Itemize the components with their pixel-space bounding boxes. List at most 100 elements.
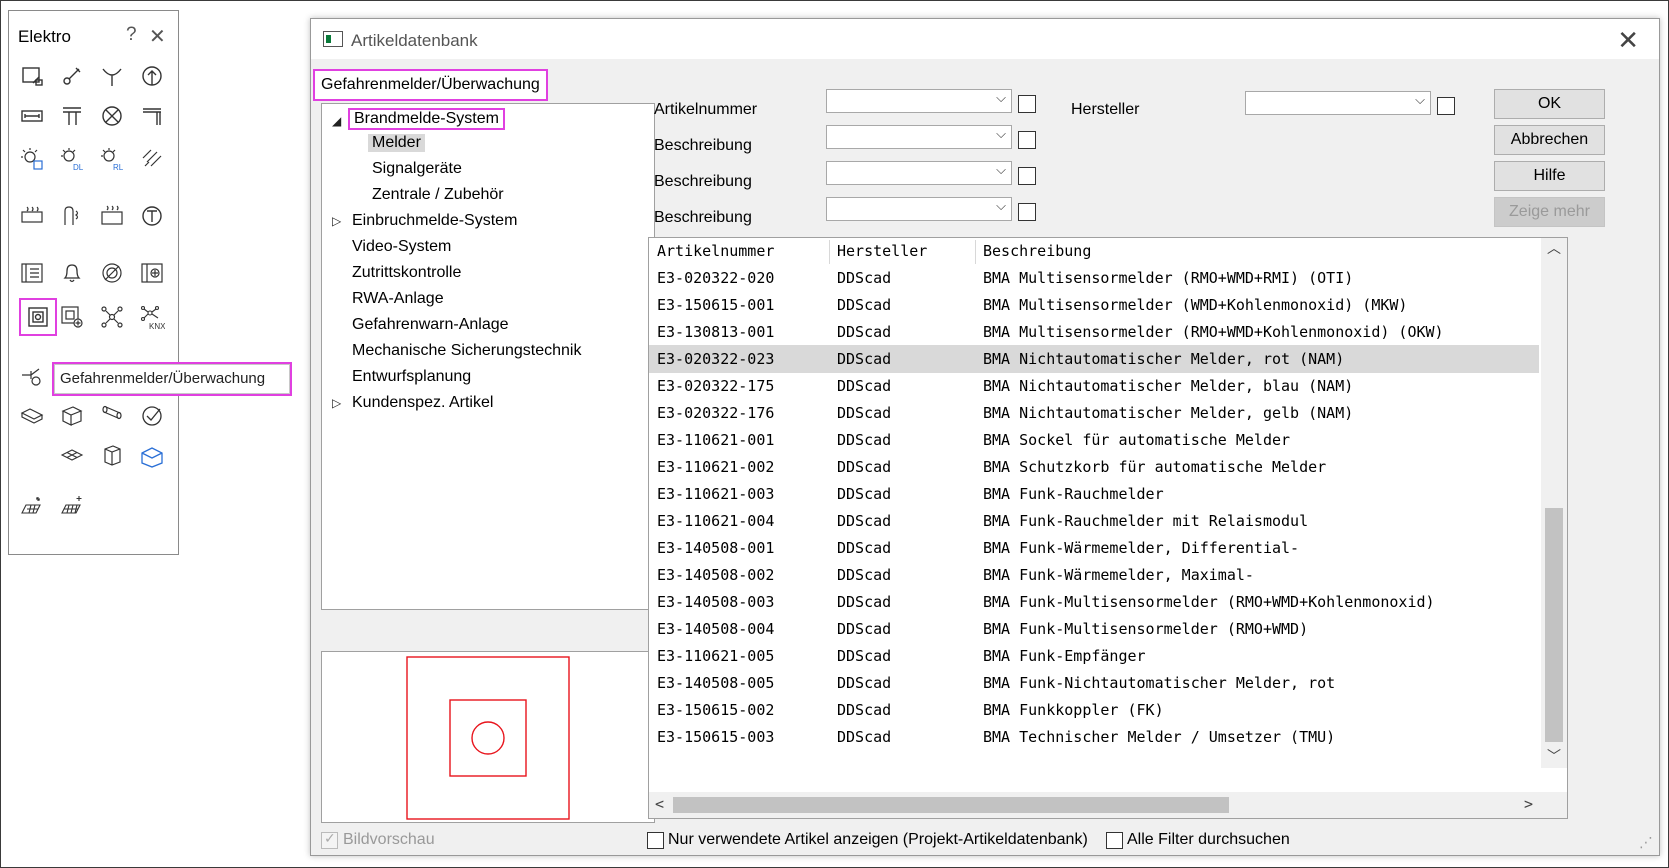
radiator-icon[interactable]: [97, 201, 127, 231]
outlet-wall-icon[interactable]: [17, 61, 47, 91]
cable-duct-icon[interactable]: [17, 101, 47, 131]
collapse-icon[interactable]: ◢: [332, 114, 341, 128]
table-row[interactable]: E3-020322-023 DDScad BMA Nichtautomatische…: [649, 345, 1539, 373]
distribution-icon[interactable]: [57, 101, 87, 131]
checkbox[interactable]: [321, 830, 338, 849]
beschreibung-dropdown-3[interactable]: ⌵: [826, 197, 1012, 221]
table-row[interactable]: E3-020322-175 DDScad BMA Nichtautomatische…: [649, 372, 1539, 400]
solar-array-icon[interactable]: [57, 491, 87, 521]
scroll-up-icon[interactable]: ︿: [1547, 238, 1561, 258]
table-row[interactable]: E3-140508-003 DDScad BMA Funk-Multisensorm…: [649, 588, 1539, 616]
expand-icon[interactable]: ▷: [332, 396, 341, 410]
light-blue-icon[interactable]: [17, 144, 47, 174]
tree-item-rwa[interactable]: RWA-Anlage: [352, 290, 444, 308]
floodlight-icon[interactable]: [137, 144, 167, 174]
scroll-right-icon[interactable]: >: [1524, 795, 1533, 813]
abbrechen-button[interactable]: Abbrechen: [1494, 125, 1605, 155]
table-row[interactable]: E3-140508-001 DDScad BMA Funk-Wärmemelder,…: [649, 534, 1539, 562]
tree-item-zutritt[interactable]: Zutrittskontrolle: [352, 264, 461, 282]
knx-icon[interactable]: KNX: [137, 302, 167, 332]
conduit-icon[interactable]: [97, 401, 127, 431]
beschreibung-checkbox-3[interactable]: [1018, 203, 1036, 221]
resize-grip-icon[interactable]: ⋰: [1639, 834, 1653, 851]
speaker-icon[interactable]: [97, 258, 127, 288]
grid-ceiling-icon[interactable]: [57, 441, 87, 471]
column-divider[interactable]: [975, 240, 976, 264]
table-row[interactable]: E3-020322-176 DDScad BMA Nichtautomatische…: [649, 399, 1539, 427]
light-dl-icon[interactable]: DL: [57, 144, 87, 174]
tree-item-einbruchmelde[interactable]: Einbruchmelde-System: [352, 212, 517, 230]
hersteller-dropdown[interactable]: ⌵: [1245, 91, 1431, 115]
table-row[interactable]: E3-150615-003 DDScad BMA Technischer Melde…: [649, 723, 1539, 751]
hilfe-button[interactable]: Hilfe: [1494, 161, 1605, 191]
cable-tray-icon[interactable]: [17, 401, 47, 431]
checkbox[interactable]: [647, 831, 664, 849]
scroll-down-icon[interactable]: ﹀: [1547, 746, 1561, 766]
switch-icon[interactable]: [57, 61, 87, 91]
table-row[interactable]: E3-150615-001 DDScad BMA Multisensormelder…: [649, 291, 1539, 319]
cube-icon[interactable]: [97, 441, 127, 471]
tree-item-mechanisch[interactable]: Mechanische Sicherungstechnik: [352, 342, 581, 360]
close-icon[interactable]: ✕: [1617, 25, 1639, 56]
table-row[interactable]: E3-110621-005 DDScad BMA Funk-Empfänger: [649, 642, 1539, 670]
keypad-icon[interactable]: [17, 258, 47, 288]
bell-icon[interactable]: [57, 258, 87, 288]
connection-circle-icon[interactable]: [137, 61, 167, 91]
heater-icon[interactable]: [17, 201, 47, 231]
connector-icon[interactable]: [17, 361, 47, 391]
scroll-thumb[interactable]: [673, 797, 1229, 813]
horizontal-scrollbar[interactable]: < >: [649, 792, 1567, 818]
beschreibung-checkbox-2[interactable]: [1018, 167, 1036, 185]
solar-panel-icon[interactable]: [17, 491, 47, 521]
tree-item-signalgeraete[interactable]: Signalgeräte: [372, 160, 462, 178]
tree-item-zentrale[interactable]: Zentrale / Zubehör: [372, 186, 504, 204]
artikelnummer-dropdown[interactable]: ⌵: [826, 89, 1012, 113]
artikelnummer-checkbox[interactable]: [1018, 95, 1036, 113]
tree-item-kundenspez[interactable]: Kundenspez. Artikel: [352, 394, 493, 412]
check-circle-icon[interactable]: [137, 401, 167, 431]
tree-item-melder[interactable]: Melder: [368, 134, 425, 152]
zeige-mehr-button[interactable]: Zeige mehr: [1494, 197, 1605, 227]
table-row[interactable]: E3-110621-004 DDScad BMA Funk-Rauchmelder …: [649, 507, 1539, 535]
beschreibung-dropdown-1[interactable]: ⌵: [826, 125, 1012, 149]
light-rl-icon[interactable]: RL: [97, 144, 127, 174]
vertical-scrollbar[interactable]: ︿ ﹀: [1541, 238, 1567, 768]
help-icon[interactable]: ?: [126, 24, 137, 46]
table-row[interactable]: E3-110621-001 DDScad BMA Sockel für automa…: [649, 426, 1539, 454]
table-row[interactable]: E3-130813-001 DDScad BMA Multisensormelder…: [649, 318, 1539, 346]
nur-verwendete-option[interactable]: Nur verwendete Artikel anzeigen (Projekt…: [647, 831, 1088, 849]
checkbox[interactable]: [1106, 831, 1123, 849]
table-row[interactable]: E3-150615-002 DDScad BMA Funkkoppler (FK): [649, 696, 1539, 724]
hersteller-checkbox[interactable]: [1437, 97, 1455, 115]
box-3d-icon[interactable]: [57, 401, 87, 431]
column-header-artikelnummer[interactable]: Artikelnummer: [657, 242, 774, 260]
tree-item-gefahrenwarn[interactable]: Gefahrenwarn-Anlage: [352, 316, 509, 334]
column-header-hersteller[interactable]: Hersteller: [837, 242, 927, 260]
table-row[interactable]: E3-140508-005 DDScad BMA Funk-Nichtautomat…: [649, 669, 1539, 697]
antenna-icon[interactable]: [97, 61, 127, 91]
beschreibung-checkbox-1[interactable]: [1018, 131, 1036, 149]
detector-add-icon[interactable]: [57, 302, 87, 332]
table-row[interactable]: E3-110621-003 DDScad BMA Funk-Rauchmelder: [649, 480, 1539, 508]
table-row[interactable]: E3-140508-004 DDScad BMA Funk-Multisensorm…: [649, 615, 1539, 643]
expand-icon[interactable]: ▷: [332, 214, 341, 228]
busbar-icon[interactable]: [137, 101, 167, 131]
ok-button[interactable]: OK: [1494, 89, 1605, 119]
scroll-left-icon[interactable]: <: [655, 795, 664, 813]
tree-item-brandmelde[interactable]: Brandmelde-System: [348, 108, 505, 130]
thermo-t-icon[interactable]: [137, 201, 167, 231]
scroll-thumb[interactable]: [1545, 508, 1563, 742]
lamp-cross-icon[interactable]: [97, 101, 127, 131]
close-icon[interactable]: ✕: [149, 24, 166, 49]
thermostat-icon[interactable]: [57, 201, 87, 231]
socket-panel-icon[interactable]: [137, 258, 167, 288]
column-divider[interactable]: [829, 240, 830, 264]
hazard-detector-icon[interactable]: [19, 298, 57, 336]
table-row[interactable]: E3-140508-002 DDScad BMA Funk-Wärmemelder,…: [649, 561, 1539, 589]
table-row[interactable]: E3-020322-020 DDScad BMA Multisensormelder…: [649, 264, 1539, 292]
room-blue-icon[interactable]: [137, 441, 167, 471]
column-header-beschreibung[interactable]: Beschreibung: [983, 242, 1091, 260]
table-row[interactable]: E3-110621-002 DDScad BMA Schutzkorb für au…: [649, 453, 1539, 481]
bildvorschau-checkbox[interactable]: Bildvorschau: [321, 830, 435, 849]
tree-item-video[interactable]: Video-System: [352, 238, 451, 256]
